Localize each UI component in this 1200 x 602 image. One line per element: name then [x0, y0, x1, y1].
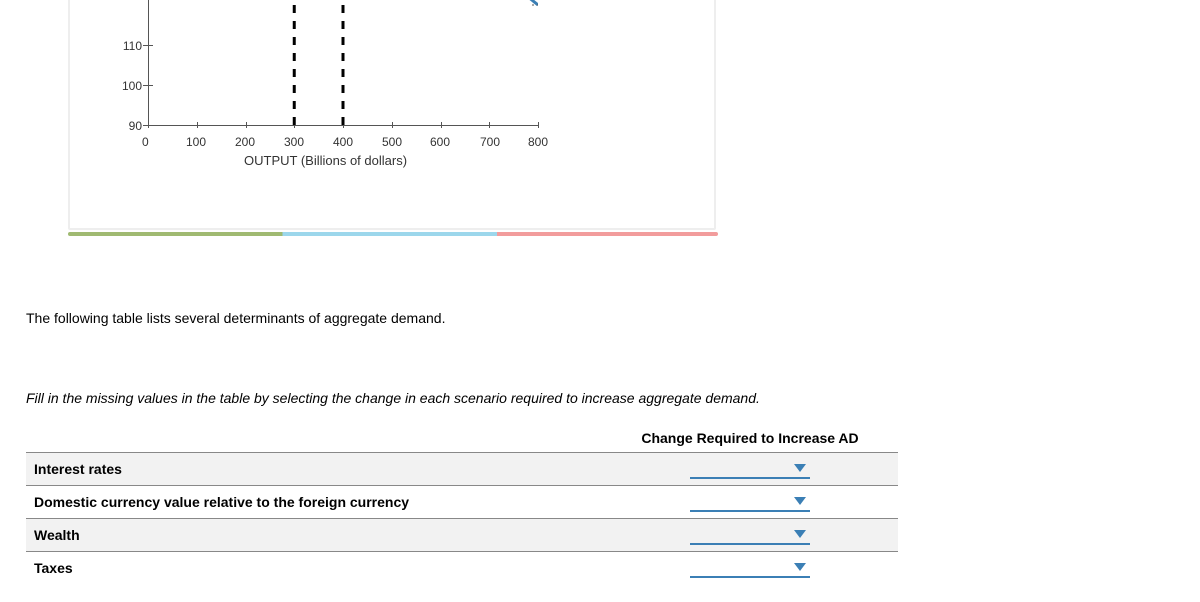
determinants-table: Change Required to Increase AD Interest … [26, 424, 898, 584]
x-tick-label: 700 [480, 135, 500, 149]
determinants-table-wrap: Change Required to Increase AD Interest … [26, 424, 1146, 584]
col2-header: Change Required to Increase AD [602, 424, 898, 453]
table-row: Domestic currency value relative to the … [26, 486, 898, 519]
chevron-down-icon [794, 563, 806, 571]
dropdown-currency-value[interactable] [690, 492, 810, 512]
col1-header [26, 424, 602, 453]
section-divider [68, 232, 718, 236]
x-tick-label: 100 [186, 135, 206, 149]
x-axis-label: OUTPUT (Billions of dollars) [244, 153, 407, 168]
y-tick-label: 100 [112, 79, 142, 93]
x-tick-label: 300 [284, 135, 304, 149]
x-tick-label: 600 [430, 135, 450, 149]
chart-svg [148, 0, 538, 125]
table-row: Interest rates [26, 453, 898, 486]
page-root: 90 100 110 0 100 200 300 400 500 600 700… [0, 0, 1200, 602]
x-tick-label: 500 [382, 135, 402, 149]
x-tick-label: 400 [333, 135, 353, 149]
x-tick-label: 800 [528, 135, 548, 149]
x-tick-label: 0 [142, 135, 149, 149]
chevron-down-icon [794, 464, 806, 472]
intro-text: The following table lists several determ… [26, 310, 1146, 326]
row-label: Wealth [34, 527, 80, 543]
instruction-text: Fill in the missing values in the table … [26, 390, 1146, 406]
row-label: Interest rates [34, 461, 122, 477]
y-tick-label: 90 [112, 119, 142, 133]
chevron-down-icon [794, 530, 806, 538]
x-tick-label: 200 [235, 135, 255, 149]
table-row: Taxes [26, 552, 898, 585]
dropdown-taxes[interactable] [690, 558, 810, 578]
dropdown-wealth[interactable] [690, 525, 810, 545]
y-tick-label: 110 [112, 39, 142, 53]
row-label: Taxes [34, 560, 73, 576]
dropdown-interest-rates[interactable] [690, 459, 810, 479]
row-label: Domestic currency value relative to the … [34, 494, 409, 510]
table-row: Wealth [26, 519, 898, 552]
chevron-down-icon [794, 497, 806, 505]
x-tick [538, 122, 539, 128]
plot-area: 90 100 110 0 100 200 300 400 500 600 700… [148, 0, 538, 125]
ad1-line [343, 0, 538, 5]
